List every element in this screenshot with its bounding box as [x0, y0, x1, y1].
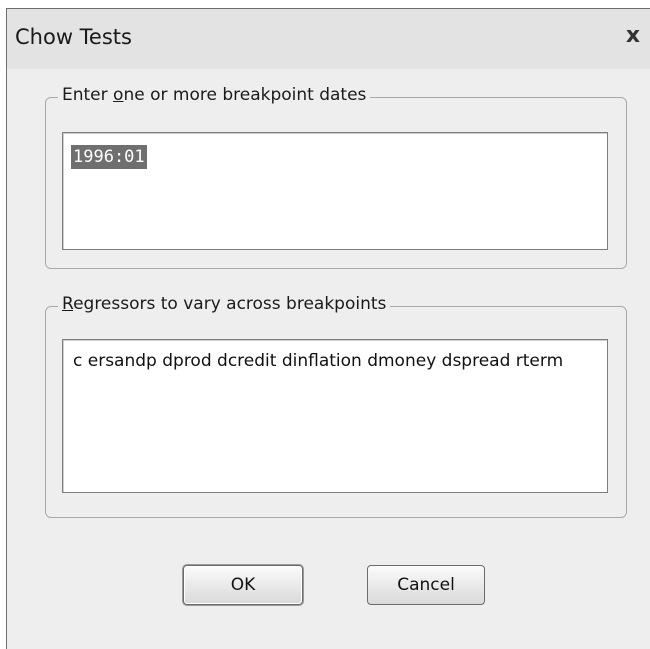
breakpoint-dates-input[interactable]: 1996:01: [62, 132, 608, 250]
regressors-group: Regressors to vary across breakpoints c …: [45, 294, 627, 518]
legend-accelerator: o: [113, 85, 124, 105]
chow-tests-dialog: Chow Tests x Enter one or more breakpoin…: [6, 8, 650, 649]
breakpoint-dates-group: Enter one or more breakpoint dates 1996:…: [45, 85, 627, 269]
dialog-title: Chow Tests: [15, 25, 132, 49]
legend-text: Enter: [62, 85, 114, 105]
ok-button[interactable]: OK: [183, 565, 303, 605]
regressors-legend: Regressors to vary across breakpoints: [58, 294, 391, 314]
cancel-button[interactable]: Cancel: [367, 565, 485, 605]
legend-text: egressors to vary across breakpoints: [73, 294, 387, 314]
regressors-value[interactable]: c ersandp dprod dcredit dinflation dmone…: [73, 350, 593, 372]
close-icon[interactable]: x: [620, 23, 646, 49]
title-bar[interactable]: Chow Tests x: [7, 9, 650, 69]
regressors-input[interactable]: c ersandp dprod dcredit dinflation dmone…: [62, 339, 608, 493]
breakpoint-dates-legend: Enter one or more breakpoint dates: [58, 85, 371, 105]
legend-text: ne or more breakpoint dates: [123, 85, 367, 105]
legend-accelerator: R: [62, 294, 74, 314]
breakpoint-date-value[interactable]: 1996:01: [71, 145, 147, 169]
